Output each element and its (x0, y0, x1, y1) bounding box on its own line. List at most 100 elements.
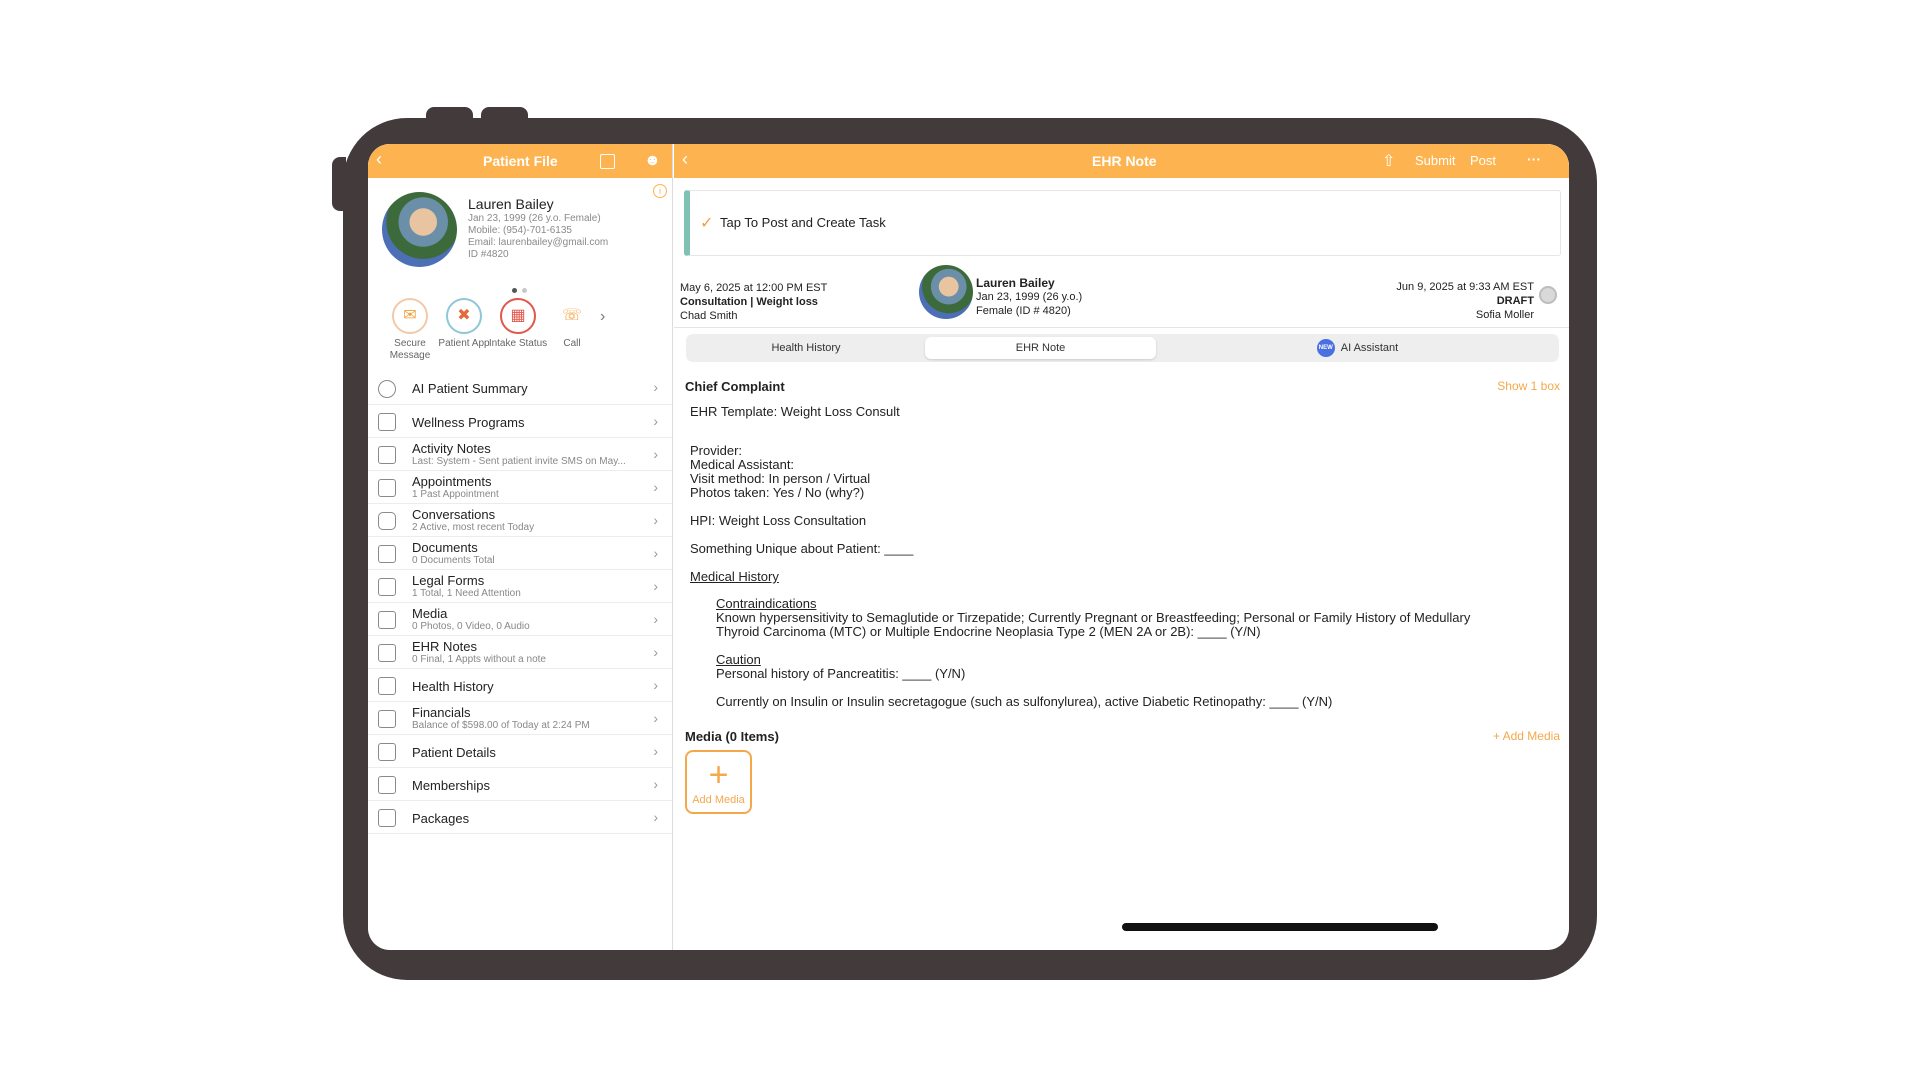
intake-icon: ▦ (500, 298, 536, 334)
message-icon: ✉ (392, 298, 428, 334)
menu-item-financials[interactable]: Financials Balance of $598.00 of Today a… (368, 702, 672, 735)
menu-item-media[interactable]: Media 0 Photos, 0 Video, 0 Audio › (368, 603, 672, 636)
note-line: HPI: Weight Loss Consultation (690, 513, 867, 528)
activity-icon (378, 446, 396, 464)
divider (674, 327, 1569, 328)
ehr-note-panel: ‹ EHR Note ⇧ Submit Post ··· ✓ Tap To Po… (674, 144, 1569, 950)
provider-name: Chad Smith (680, 310, 738, 322)
patient-app-icon: ✖ (446, 298, 482, 334)
chevron-right-icon: › (653, 379, 658, 395)
note-line: Provider: (690, 443, 743, 458)
menu-item-conversations[interactable]: Conversations 2 Active, most recent Toda… (368, 504, 672, 537)
media-icon (378, 611, 396, 629)
chevron-right-icon: › (653, 710, 658, 726)
back-chevron-icon[interactable]: ‹ (682, 149, 688, 170)
patient-profile[interactable]: Lauren Bailey Jan 23, 1999 (26 y.o. Fema… (368, 178, 672, 298)
menu-item-patient-details[interactable]: Patient Details › (368, 735, 672, 768)
chevron-right-icon: › (653, 578, 658, 594)
note-line: Medical Assistant: (690, 457, 795, 472)
ehr-note-navbar: ‹ EHR Note ⇧ Submit Post ··· (674, 144, 1569, 178)
tab-ai-assistant[interactable]: NEW AI Assistant (1160, 337, 1555, 359)
chevron-right-icon: › (653, 809, 658, 825)
chevron-right-icon[interactable]: › (600, 308, 605, 326)
patient-dob: Jan 23, 1999 (26 y.o. Female) (468, 213, 601, 224)
patient-id: ID #4820 (468, 249, 509, 260)
patient-file-panel: ‹ Patient File ☻ Lauren Bailey Jan 23, 1… (368, 144, 673, 950)
add-media-button[interactable]: + Add Media (685, 750, 752, 814)
patient-mobile: Mobile: (954)-701-6135 (468, 225, 572, 236)
note-line: Visit method: In person / Virtual (690, 471, 871, 486)
note-date: Jun 9, 2025 at 9:33 AM EST (1396, 281, 1534, 293)
note-line: Personal history of Pancreatitis: ____ (… (716, 666, 966, 681)
chevron-right-icon: › (653, 677, 658, 693)
chevron-right-icon: › (653, 446, 658, 462)
package-icon (378, 809, 396, 827)
avatar (919, 265, 973, 319)
show-box-link[interactable]: Show 1 box (1497, 379, 1560, 393)
menu-item-appointments[interactable]: Appointments 1 Past Appointment › (368, 471, 672, 504)
add-media-link[interactable]: + Add Media (1493, 729, 1560, 743)
secure-message-button[interactable]: ✉ Secure Message (380, 298, 440, 362)
tab-health-history[interactable]: Health History (690, 337, 922, 359)
patient-id: Female (ID # 4820) (976, 305, 1071, 317)
chevron-right-icon: › (653, 644, 658, 660)
wellness-icon (378, 413, 396, 431)
page-indicator[interactable] (512, 280, 532, 298)
plus-icon: + (708, 756, 729, 794)
menu-item-legal-forms[interactable]: Legal Forms 1 Total, 1 Need Attention › (368, 570, 672, 603)
chevron-right-icon: › (653, 479, 658, 495)
calendar-icon (378, 479, 396, 497)
menu-item-activity-notes[interactable]: Activity Notes Last: System - Sent patie… (368, 438, 672, 471)
id-card-icon (378, 743, 396, 761)
wallet-icon (378, 710, 396, 728)
call-button[interactable]: ☏ Call (542, 298, 602, 350)
tab-ehr-note[interactable]: EHR Note (925, 337, 1156, 359)
tablet-screen: ‹ Patient File ☻ Lauren Bailey Jan 23, 1… (368, 144, 1569, 950)
status-toggle[interactable] (1539, 286, 1557, 304)
health-icon (378, 677, 396, 695)
post-button[interactable]: Post (1470, 153, 1496, 168)
back-chevron-icon[interactable]: ‹ (376, 149, 382, 170)
user-settings-icon[interactable]: ☻ (644, 152, 661, 170)
note-line: Known hypersensitivity to Semaglutide or… (716, 610, 1471, 625)
patient-app-button[interactable]: ✖ Patient App (434, 298, 494, 350)
phone-icon: ☏ (561, 307, 582, 324)
menu-item-documents[interactable]: Documents 0 Documents Total › (368, 537, 672, 570)
patient-menu: AI Patient Summary › Wellness Programs ›… (368, 373, 672, 834)
author-name: Sofia Moller (1475, 309, 1534, 321)
home-indicator (1122, 923, 1438, 931)
menu-item-ehr-notes[interactable]: EHR Notes 0 Final, 1 Appts without a not… (368, 636, 672, 669)
media-label: Media (0 Items) (685, 727, 1285, 744)
share-icon[interactable]: ⇧ (1382, 151, 1395, 171)
intake-status-button[interactable]: ▦ Intake Status (488, 298, 548, 350)
menu-item-packages[interactable]: Packages › (368, 801, 672, 834)
quick-actions: ✉ Secure Message ✖ Patient App ▦ Intake … (368, 298, 672, 373)
chevron-right-icon: › (653, 545, 658, 561)
chevron-right-icon: › (653, 512, 658, 528)
note-line: Thyroid Carcinoma (MTC) or Multiple Endo… (716, 624, 1261, 639)
note-line: Something Unique about Patient: ____ (690, 541, 914, 556)
note-line: EHR Template: Weight Loss Consult (690, 404, 900, 419)
legal-icon (378, 578, 396, 596)
post-task-banner[interactable]: ✓ Tap To Post and Create Task (684, 190, 1561, 256)
menu-item-ai-patient-summary[interactable]: AI Patient Summary › (368, 373, 672, 405)
info-icon[interactable]: i (653, 184, 667, 198)
patient-name: Lauren Bailey (468, 196, 554, 212)
note-icon[interactable] (600, 154, 615, 169)
submit-button[interactable]: Submit (1415, 153, 1455, 168)
avatar (382, 192, 457, 267)
chevron-right-icon: › (653, 413, 658, 429)
note-tabs: Health History EHR Note NEW AI Assistant (686, 334, 1559, 362)
patient-name: Lauren Bailey (976, 276, 1055, 290)
chief-complaint-label: Chief Complaint (685, 379, 785, 394)
menu-item-memberships[interactable]: Memberships › (368, 768, 672, 801)
menu-item-health-history[interactable]: Health History › (368, 669, 672, 702)
checkmark-icon: ✓ (700, 215, 714, 232)
chevron-right-icon: › (653, 776, 658, 792)
more-icon[interactable]: ··· (1527, 151, 1541, 167)
appointment-type: Consultation | Weight loss (680, 296, 818, 308)
clipboard-icon (378, 644, 396, 662)
menu-item-wellness-programs[interactable]: Wellness Programs › (368, 405, 672, 438)
ai-summary-icon (378, 380, 396, 398)
chevron-right-icon: › (653, 611, 658, 627)
